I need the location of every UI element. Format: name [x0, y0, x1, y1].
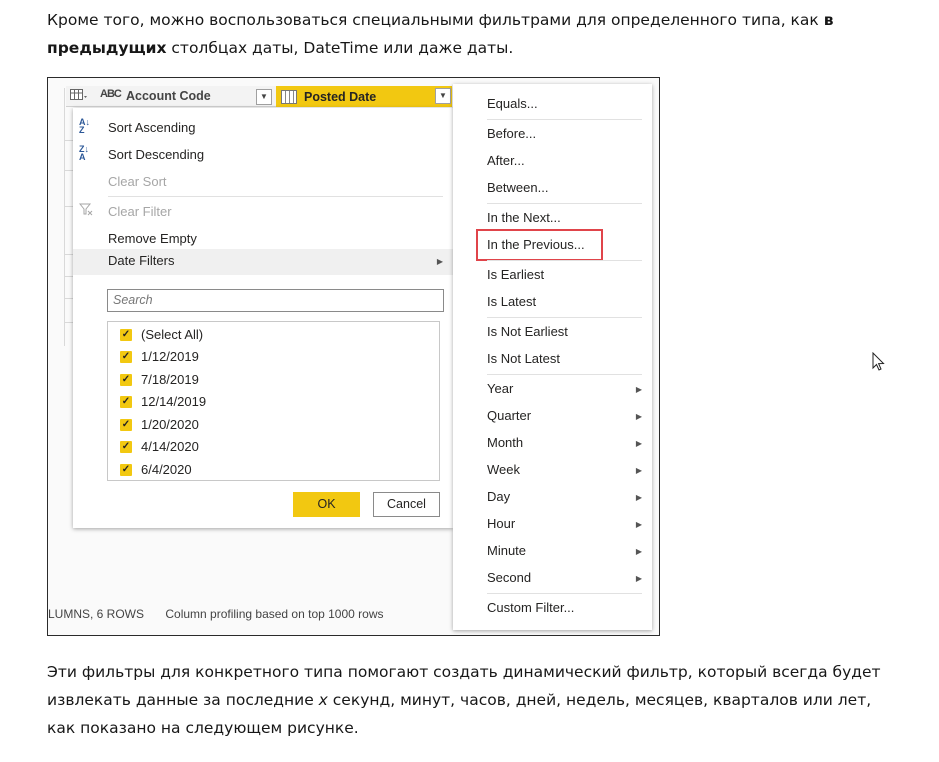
custom-filter-item[interactable]: Custom Filter... [487, 600, 574, 615]
day-item[interactable]: Day [487, 489, 510, 504]
chevron-right-icon: ▶ [635, 385, 642, 394]
mouse-cursor-icon [872, 352, 885, 371]
table-icon[interactable] [70, 89, 88, 105]
column-filter-menu: A↓ Z Sort Ascending Z↓ A Sort Descending C… [73, 108, 453, 528]
chevron-right-icon: ▶ [635, 574, 642, 583]
chevron-right-icon: ▶ [635, 493, 642, 502]
highlight-box [476, 229, 603, 261]
minute-item[interactable]: Minute [487, 543, 526, 558]
chevron-right-icon: ▶ [635, 439, 642, 448]
quarter-item[interactable]: Quarter [487, 408, 531, 423]
checkbox-checked-icon[interactable]: ✓ [120, 419, 132, 431]
chevron-right-icon: ▶ [635, 466, 642, 475]
second-item[interactable]: Second [487, 570, 531, 585]
is-latest-item[interactable]: Is Latest [487, 294, 536, 309]
list-item[interactable]: 12/14/2019 [141, 394, 206, 409]
posted-date-header-label: Posted Date [304, 90, 377, 104]
value-checklist: ✓ (Select All) ✓ 1/12/2019 ✓ 7/18/2019 ✓… [107, 321, 440, 481]
list-item[interactable]: 7/18/2019 [141, 372, 199, 387]
date-filters-label: Date Filters [108, 253, 175, 268]
menu-separator [487, 593, 642, 594]
calendar-icon [281, 90, 297, 104]
checkbox-checked-icon[interactable]: ✓ [120, 351, 132, 363]
menu-separator [487, 119, 642, 120]
search-input[interactable]: Search [107, 289, 444, 312]
equals-item[interactable]: Equals... [487, 96, 538, 111]
status-columns-rows: LUMNS, 6 ROWS [48, 607, 145, 621]
text-type-icon[interactable]: ABC [100, 88, 122, 100]
ok-button[interactable]: OK [293, 492, 360, 517]
sort-descending-icon: Z↓ A [79, 144, 89, 162]
clear-filter-icon [78, 203, 93, 219]
list-item[interactable]: 4/14/2020 [141, 439, 199, 454]
month-item[interactable]: Month [487, 435, 523, 450]
intro-paragraph: Кроме того, можно воспользоваться специа… [47, 6, 877, 62]
date-filters-submenu: Equals... Before... After... Between... … [453, 84, 652, 630]
remove-empty-item[interactable]: Remove Empty [108, 231, 197, 246]
account-code-dropdown-button[interactable]: ▼ [256, 89, 272, 105]
chevron-right-icon: ▶ [635, 412, 642, 421]
list-item[interactable]: 1/20/2020 [141, 417, 199, 432]
list-item[interactable]: 6/4/2020 [141, 462, 192, 477]
intro-text-1: Кроме того, можно воспользоваться специа… [47, 11, 824, 29]
checkbox-checked-icon[interactable]: ✓ [120, 441, 132, 453]
is-not-earliest-item[interactable]: Is Not Earliest [487, 324, 568, 339]
checkbox-checked-icon[interactable]: ✓ [120, 329, 132, 341]
outro-paragraph: Эти фильтры для конкретного типа помогаю… [47, 658, 897, 742]
checkbox-checked-icon[interactable]: ✓ [120, 374, 132, 386]
clear-sort-item: Clear Sort [108, 174, 167, 189]
list-item[interactable]: 1/12/2019 [141, 349, 199, 364]
posted-date-dropdown-button[interactable]: ▼ [435, 88, 451, 104]
chevron-right-icon: ▶ [436, 257, 443, 266]
sort-ascending-item[interactable]: Sort Ascending [108, 120, 195, 135]
is-earliest-item[interactable]: Is Earliest [487, 267, 544, 282]
account-code-header[interactable]: Account Code [126, 89, 211, 103]
list-item[interactable]: (Select All) [141, 327, 203, 342]
chevron-right-icon: ▶ [635, 520, 642, 529]
menu-separator [487, 374, 642, 375]
is-not-latest-item[interactable]: Is Not Latest [487, 351, 560, 366]
checkbox-checked-icon[interactable]: ✓ [120, 396, 132, 408]
between-item[interactable]: Between... [487, 180, 548, 195]
chevron-right-icon: ▶ [635, 547, 642, 556]
menu-separator [487, 203, 642, 204]
intro-text-2: столбцах даты, DateTime или даже даты. [166, 39, 514, 57]
posted-date-header[interactable]: Posted Date ▼ [276, 86, 452, 107]
power-query-screenshot: ABC Account Code ▼ Posted Date ▼ A↓ Z Sor… [47, 77, 660, 636]
year-item[interactable]: Year [487, 381, 513, 396]
sort-ascending-icon: A↓ Z [79, 117, 90, 135]
status-bar: LUMNS, 6 ROWS Column profiling based on … [48, 607, 384, 621]
menu-separator [487, 260, 642, 261]
cancel-button[interactable]: Cancel [373, 492, 440, 517]
clear-filter-item: Clear Filter [108, 204, 172, 219]
before-item[interactable]: Before... [487, 126, 536, 141]
menu-separator [487, 317, 642, 318]
status-profiling: Column profiling based on top 1000 rows [165, 607, 384, 621]
in-the-next-item[interactable]: In the Next... [487, 210, 561, 225]
checkbox-checked-icon[interactable]: ✓ [120, 464, 132, 476]
sort-descending-item[interactable]: Sort Descending [108, 147, 204, 162]
date-filters-item[interactable]: Date Filters ▶ [73, 249, 453, 275]
after-item[interactable]: After... [487, 153, 525, 168]
menu-separator [108, 196, 443, 197]
week-item[interactable]: Week [487, 462, 520, 477]
outro-italic-text: x [318, 691, 328, 709]
grid-line [64, 88, 65, 346]
hour-item[interactable]: Hour [487, 516, 515, 531]
